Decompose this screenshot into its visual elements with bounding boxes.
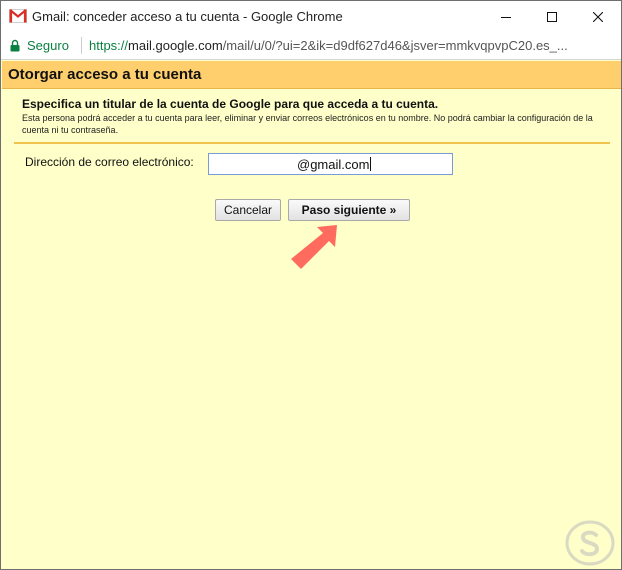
next-step-button[interactable]: Paso siguiente » (288, 199, 410, 221)
gmail-icon (9, 9, 27, 23)
pointer-arrow-icon (291, 225, 337, 269)
title-bar: Gmail: conceder acceso a tu cuenta - Goo… (1, 1, 621, 32)
text-caret (370, 157, 372, 171)
email-value-text: @gmail.com (297, 157, 370, 172)
section-heading: Especifica un titular de la cuenta de Go… (22, 97, 439, 111)
section-divider (14, 142, 610, 144)
maximize-button[interactable] (529, 1, 575, 32)
dialog-title: Otorgar acceso a tu cuenta (8, 66, 202, 83)
email-label: Dirección de correo electrónico: (25, 155, 194, 169)
address-bar[interactable]: Seguro https://mail.google.com/mail/u/0/… (1, 32, 621, 60)
email-input[interactable]: @gmail.com (208, 153, 453, 175)
email-value: @gmail.com (297, 157, 372, 172)
cancel-button[interactable]: Cancelar (215, 199, 281, 221)
url-host: mail.google.com (128, 38, 223, 53)
window-title: Gmail: conceder acceso a tu cuenta - Goo… (32, 9, 343, 24)
close-icon (593, 11, 603, 22)
url-path: /mail/u/0/?ui=2&ik=d9df627d46&jsver=mmkv… (222, 38, 568, 53)
url-text[interactable]: https://mail.google.com/mail/u/0/?ui=2&i… (89, 38, 568, 53)
browser-window: Gmail: conceder acceso a tu cuenta - Goo… (0, 0, 622, 570)
section-description: Esta persona podrá acceder a tu cuenta p… (22, 113, 593, 135)
address-separator (81, 37, 82, 54)
url-scheme: https:// (89, 38, 129, 53)
dialog-header: Otorgar acceso a tu cuenta (2, 61, 621, 89)
lock-icon (10, 39, 20, 52)
minimize-icon (501, 16, 511, 18)
minimize-button[interactable] (483, 1, 529, 32)
close-button[interactable] (575, 1, 621, 32)
secure-label[interactable]: Seguro (27, 38, 69, 53)
maximize-icon (547, 11, 557, 22)
site-logo-icon (565, 520, 615, 566)
